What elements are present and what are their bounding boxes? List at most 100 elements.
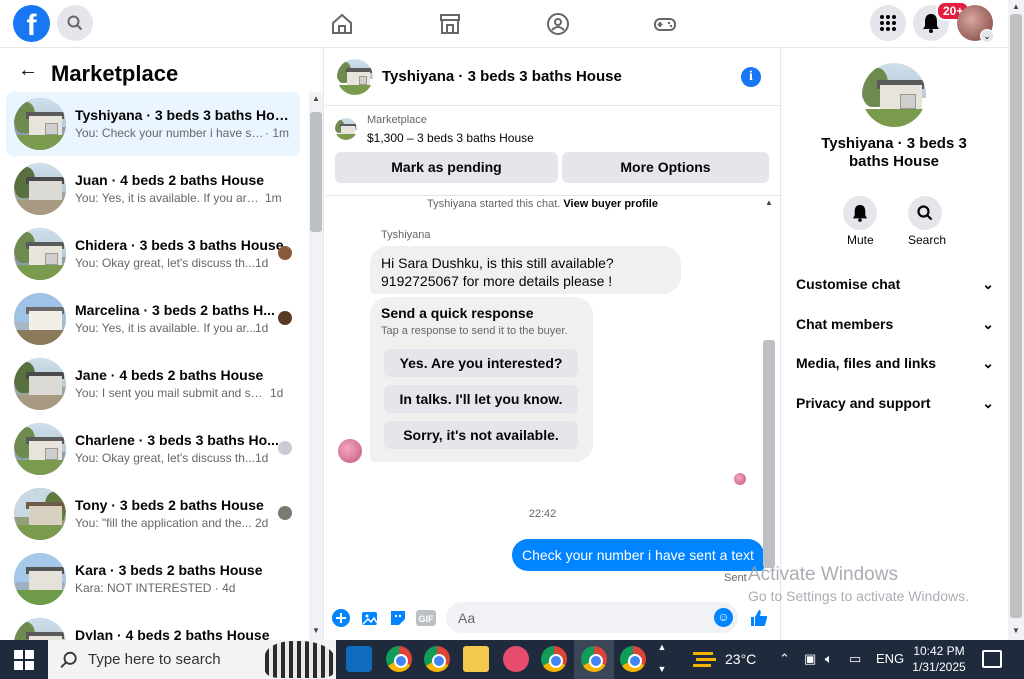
seen-avatar xyxy=(278,311,292,325)
sender-name: Tyshiyana xyxy=(381,229,431,241)
more-options-button[interactable]: More Options xyxy=(562,152,769,183)
chat-members-section[interactable]: Chat members ⌄ xyxy=(796,316,994,336)
conversation-item[interactable]: Charlene · 3 beds 3 baths Ho... You: Oka… xyxy=(6,417,300,481)
page-scrollbar[interactable]: ▲ ▼ xyxy=(1008,0,1024,640)
taskbar-search-box[interactable]: Type here to search xyxy=(48,640,336,679)
scrollbar-thumb[interactable] xyxy=(310,112,322,232)
conversation-item[interactable]: Juan · 4 beds 2 baths House You: Yes, it… xyxy=(6,157,300,221)
chevron-down-icon[interactable]: ⌄ xyxy=(980,29,994,43)
conversation-preview: You: Okay great, let's discuss th... xyxy=(75,451,255,465)
mute-button[interactable] xyxy=(843,196,877,230)
chevron-down-icon[interactable]: ▼ xyxy=(655,664,669,674)
info-icon[interactable]: i xyxy=(741,67,761,87)
groups-icon[interactable] xyxy=(544,10,572,38)
conversation-title: Jane · 4 beds 2 baths House xyxy=(75,367,264,383)
weather-icon[interactable] xyxy=(693,648,717,670)
zebra-illustration xyxy=(265,641,335,678)
conversation-item[interactable]: Marcelina · 3 beds 2 baths H... You: Yes… xyxy=(6,287,300,351)
conversation-item[interactable]: Dylan · 4 beds 2 baths House xyxy=(6,612,300,640)
emoji-icon[interactable]: ☺ xyxy=(714,608,733,627)
chat-avatar[interactable] xyxy=(337,59,373,95)
conversation-preview: You: "fill the application and the... xyxy=(75,516,252,530)
privacy-support-section[interactable]: Privacy and support ⌄ xyxy=(796,395,994,415)
left-header: ← Marketplace xyxy=(0,48,323,92)
mark-pending-button[interactable]: Mark as pending xyxy=(335,152,558,183)
temperature[interactable]: 23°C xyxy=(725,651,756,667)
quick-response-yes[interactable]: Yes. Are you interested? xyxy=(384,349,578,377)
customise-chat-section[interactable]: Customise chat ⌄ xyxy=(796,276,994,296)
scroll-up-arrow[interactable]: ▲ xyxy=(1009,2,1023,11)
listing-thumbnail xyxy=(14,423,66,475)
scrollbar-thumb[interactable] xyxy=(763,340,775,568)
chrome-icon[interactable] xyxy=(386,646,412,672)
scroll-down-arrow[interactable]: ▼ xyxy=(309,626,323,635)
gaming-icon[interactable] xyxy=(651,10,679,38)
scroll-up-arrow[interactable]: ▲ xyxy=(309,94,323,103)
marketplace-icon[interactable] xyxy=(436,10,464,38)
left-scrollbar[interactable]: ▲ ▼ xyxy=(309,92,323,640)
conversation-title: Tyshiyana · 3 beds 3 baths House xyxy=(75,107,297,123)
listing-thumbnail xyxy=(14,618,66,640)
listing-thumbnail[interactable] xyxy=(335,118,357,140)
conversation-item[interactable]: Kara · 3 beds 2 baths House Kara: NOT IN… xyxy=(6,547,300,611)
notification-center-icon[interactable] xyxy=(982,650,1002,668)
quick-response-in-talks[interactable]: In talks. I'll let you know. xyxy=(384,385,578,413)
message-input[interactable]: Aa ☺ xyxy=(446,602,738,633)
seen-avatar xyxy=(278,246,292,260)
thumbs-up-icon[interactable] xyxy=(749,608,769,628)
chat-scrollbar[interactable]: ▲ xyxy=(762,196,776,596)
sender-avatar[interactable] xyxy=(338,439,362,463)
search-icon xyxy=(60,651,77,668)
photo-icon[interactable] xyxy=(360,608,380,628)
activation-watermark-title: Activate Windows xyxy=(748,564,898,585)
listing-avatar[interactable] xyxy=(862,63,926,127)
back-arrow-icon[interactable]: ← xyxy=(18,60,38,80)
view-buyer-profile-link[interactable]: View buyer profile xyxy=(563,198,658,210)
conversation-time: 1d xyxy=(255,256,269,270)
chrome-icon[interactable] xyxy=(541,646,567,672)
chrome-icon[interactable] xyxy=(424,646,450,672)
chat-title[interactable]: Tyshiyana · 3 beds 3 baths House xyxy=(382,68,622,85)
chevron-up-icon[interactable]: ▲ xyxy=(655,642,669,652)
sticker-icon[interactable] xyxy=(388,608,408,628)
search-chat-button[interactable] xyxy=(908,196,942,230)
listing-description[interactable]: $1,300 – 3 beds 3 baths House xyxy=(367,131,534,145)
home-icon[interactable] xyxy=(328,10,356,38)
chrome-icon[interactable] xyxy=(620,646,646,672)
search-button[interactable] xyxy=(57,5,93,41)
search-icon xyxy=(917,205,933,221)
file-explorer-icon[interactable] xyxy=(463,646,489,672)
volume-icon[interactable]: 🔈︎ xyxy=(825,651,833,667)
outgoing-message: Check your number i have sent a text xyxy=(512,539,764,571)
microsoft-store-icon[interactable] xyxy=(346,646,372,672)
chrome-icon[interactable] xyxy=(581,646,607,672)
chevron-up-icon[interactable]: ⌃ xyxy=(779,651,790,667)
clock[interactable]: 10:42 PM 1/31/2025 xyxy=(900,643,978,675)
network-icon[interactable]: ▭ xyxy=(849,651,861,667)
media-files-links-section[interactable]: Media, files and links ⌄ xyxy=(796,355,994,375)
quick-response-subtitle: Tap a response to send it to the buyer. xyxy=(381,325,568,337)
chevron-down-icon: ⌄ xyxy=(982,276,994,292)
scrollbar-thumb[interactable] xyxy=(1010,14,1022,618)
gif-icon[interactable]: GIF xyxy=(416,608,436,628)
scroll-down-arrow[interactable]: ▼ xyxy=(1009,626,1023,635)
seen-avatar xyxy=(278,506,292,520)
windows-start-icon[interactable] xyxy=(14,650,34,670)
conversation-title: Tony · 3 beds 2 baths House xyxy=(75,497,264,513)
conversation-preview: You: Yes, it is available. If you ar... xyxy=(75,321,257,335)
conversation-item[interactable]: Tyshiyana · 3 beds 3 baths House You: Ch… xyxy=(6,92,300,156)
quick-response-not-available[interactable]: Sorry, it's not available. xyxy=(384,421,578,449)
scroll-up-arrow[interactable]: ▲ xyxy=(762,198,776,207)
menu-button[interactable] xyxy=(870,5,906,41)
conversation-item[interactable]: Chidera · 3 beds 3 baths House You: Okay… xyxy=(6,222,300,286)
listing-thumbnail xyxy=(14,228,66,280)
conversation-item[interactable]: Tony · 3 beds 2 baths House You: "fill t… xyxy=(6,482,300,546)
listing-thumbnail xyxy=(14,163,66,215)
details-title: Tyshiyana · 3 beds 3 baths House xyxy=(821,135,967,170)
screen: f 20+ ⌄ ← Marketplace Tyshiyana · 3 beds… xyxy=(0,0,1024,679)
snipping-tool-icon[interactable] xyxy=(503,646,529,672)
facebook-logo[interactable]: f xyxy=(13,5,50,42)
conversation-item[interactable]: Jane · 4 beds 2 baths House You: I sent … xyxy=(6,352,300,416)
meet-now-icon[interactable]: ▣ xyxy=(804,651,816,667)
plus-icon[interactable] xyxy=(331,608,351,628)
